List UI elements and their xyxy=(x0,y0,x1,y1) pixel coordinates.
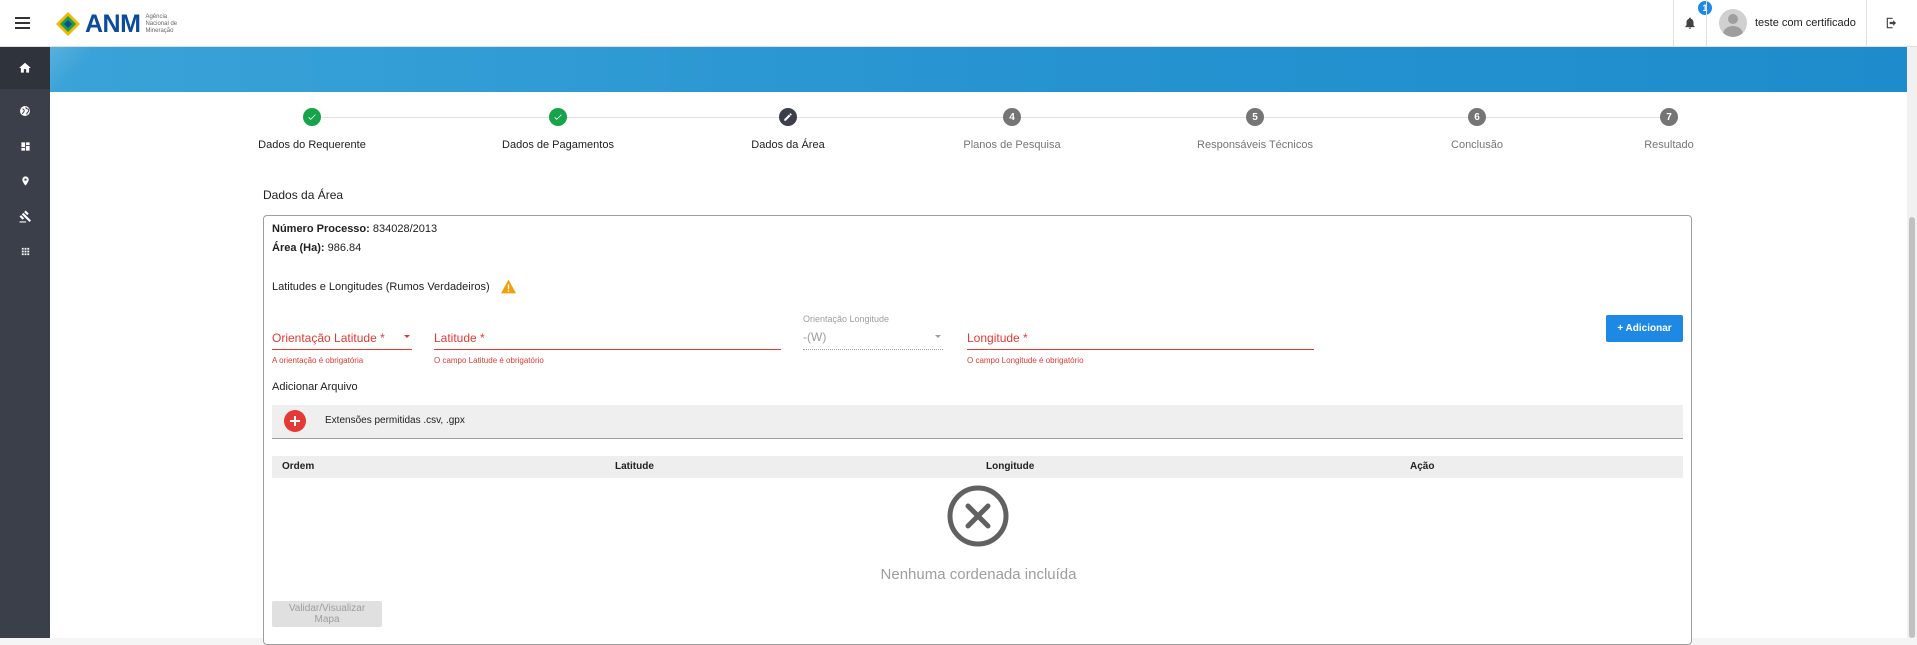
location-pin-icon xyxy=(21,176,29,186)
orientacao-latitude-error: A orientação é obrigatória xyxy=(272,356,364,365)
latlon-title: Latitudes e Longitudes (Rumos Verdadeiro… xyxy=(272,279,517,294)
sidebar-item-globe[interactable] xyxy=(0,99,50,123)
orientacao-latitude-placeholder: Orientação Latitude * xyxy=(272,331,385,345)
sidebar-item-home[interactable] xyxy=(0,47,50,89)
column-latitude: Latitude xyxy=(615,461,654,472)
file-extensions-text: Extensões permitidas .csv, .gpx xyxy=(325,415,465,426)
step-label: Dados da Área xyxy=(751,139,825,151)
stepper-connector xyxy=(322,117,1662,118)
warning-icon[interactable] xyxy=(500,279,517,294)
orientacao-longitude-label: Orientação Longitude xyxy=(803,314,890,324)
gavel-icon xyxy=(19,210,31,222)
sidebar-item-dashboard[interactable] xyxy=(0,134,50,158)
apps-grid-icon xyxy=(21,247,29,255)
header-banner xyxy=(50,47,1917,92)
coordinates-table-header: Ordem Latitude Longitude Ação xyxy=(272,456,1683,478)
step-dados-pagamentos[interactable]: Dados de Pagamentos xyxy=(502,108,614,151)
longitude-placeholder: Longitude * xyxy=(967,331,1028,345)
sidebar-item-apps[interactable] xyxy=(0,239,50,263)
step-label: Dados de Pagamentos xyxy=(502,139,614,151)
step-label: Responsáveis Técnicos xyxy=(1197,139,1313,151)
page-scrollbar[interactable] xyxy=(1907,47,1917,638)
top-right-actions: 1 teste com certificado xyxy=(1673,0,1917,46)
hamburger-menu-icon[interactable] xyxy=(12,12,34,34)
chevron-down-icon xyxy=(404,335,410,338)
anm-logo[interactable]: ANM Agência Nacional de Mineração xyxy=(55,8,185,40)
validate-map-button[interactable]: Validar/Visualizar Mapa xyxy=(272,601,382,627)
orientacao-latitude-select[interactable]: Orientação Latitude * A orientação é obr… xyxy=(272,329,412,365)
top-app-bar: ANM Agência Nacional de Mineração 1 test… xyxy=(0,0,1917,47)
step-label: Conclusão xyxy=(1451,139,1503,151)
avatar xyxy=(1719,9,1747,37)
check-icon xyxy=(549,108,567,126)
latitude-error: O campo Latitude é obrigatório xyxy=(434,356,544,365)
logo-text: ANM xyxy=(85,9,141,38)
step-dados-requerente[interactable]: Dados do Requerente xyxy=(258,108,366,151)
area-label: Área (Ha): xyxy=(272,242,325,254)
logout-button[interactable] xyxy=(1866,0,1917,46)
sidebar xyxy=(0,47,50,638)
step-resultado[interactable]: 7 Resultado xyxy=(1644,108,1694,151)
latlon-title-text: Latitudes e Longitudes (Rumos Verdadeiro… xyxy=(272,280,490,293)
area-value: 986.84 xyxy=(327,242,362,254)
column-ordem: Ordem xyxy=(282,461,315,472)
bell-icon xyxy=(1685,17,1695,29)
home-icon xyxy=(19,62,31,73)
empty-state-text: Nenhuma cordenada incluída xyxy=(880,566,1077,583)
step-conclusao[interactable]: 6 Conclusão xyxy=(1451,108,1503,151)
orientacao-longitude-select[interactable]: Orientação Longitude -(W) xyxy=(803,314,943,350)
orientacao-longitude-value: -(W) xyxy=(803,330,827,344)
processo-label: Número Processo: xyxy=(272,223,370,235)
file-section-title: Adicionar Arquivo xyxy=(272,381,358,393)
step-responsaveis-tecnicos[interactable]: 5 Responsáveis Técnicos xyxy=(1197,108,1313,151)
step-number: 5 xyxy=(1246,108,1264,126)
latitude-placeholder: Latitude * xyxy=(434,331,485,345)
empty-state-x-icon xyxy=(947,485,1009,547)
user-name: teste com certificado xyxy=(1755,17,1856,29)
dashboard-icon xyxy=(20,141,30,151)
area-line: Área (Ha): 986.84 xyxy=(272,242,361,254)
file-upload-bar: Extensões permitidas .csv, .gpx xyxy=(272,405,1683,439)
column-longitude: Longitude xyxy=(986,461,1035,472)
step-label: Dados do Requerente xyxy=(258,139,366,151)
plus-icon xyxy=(290,416,300,426)
longitude-error: O campo Longitude é obrigatório xyxy=(967,356,1084,365)
logo-subtitle: Agência Nacional de Mineração xyxy=(145,13,178,34)
longitude-field[interactable]: Longitude * O campo Longitude é obrigató… xyxy=(967,329,1314,365)
step-label: Resultado xyxy=(1644,139,1694,151)
processo-line: Número Processo: 834028/2013 xyxy=(272,223,437,235)
step-dados-area[interactable]: Dados da Área xyxy=(751,108,825,151)
chevron-down-icon xyxy=(935,335,941,338)
add-coordinate-button[interactable]: + Adicionar xyxy=(1606,315,1683,342)
area-data-card: Número Processo: 834028/2013 Área (Ha): … xyxy=(263,215,1692,645)
anm-logo-icon xyxy=(56,12,80,36)
step-planos-pesquisa[interactable]: 4 Planos de Pesquisa xyxy=(963,108,1061,151)
notifications-button[interactable]: 1 xyxy=(1673,0,1712,46)
check-icon xyxy=(303,108,321,126)
sidebar-item-location[interactable] xyxy=(0,169,50,193)
add-file-button[interactable] xyxy=(284,410,306,432)
step-number: 6 xyxy=(1468,108,1486,126)
user-menu[interactable]: teste com certificado xyxy=(1706,0,1866,46)
pencil-icon xyxy=(779,108,797,126)
sidebar-item-gavel[interactable] xyxy=(0,204,50,228)
step-number: 7 xyxy=(1660,108,1678,126)
step-label: Planos de Pesquisa xyxy=(963,139,1061,151)
column-acao: Ação xyxy=(1410,461,1435,472)
scrollbar-thumb[interactable] xyxy=(1909,217,1915,638)
section-title: Dados da Área xyxy=(263,188,344,202)
latitude-field[interactable]: Latitude * O campo Latitude é obrigatóri… xyxy=(434,329,781,365)
logout-icon xyxy=(1886,17,1897,29)
globe-icon xyxy=(20,106,30,116)
step-number: 4 xyxy=(1003,108,1021,126)
processo-value: 834028/2013 xyxy=(372,223,438,235)
